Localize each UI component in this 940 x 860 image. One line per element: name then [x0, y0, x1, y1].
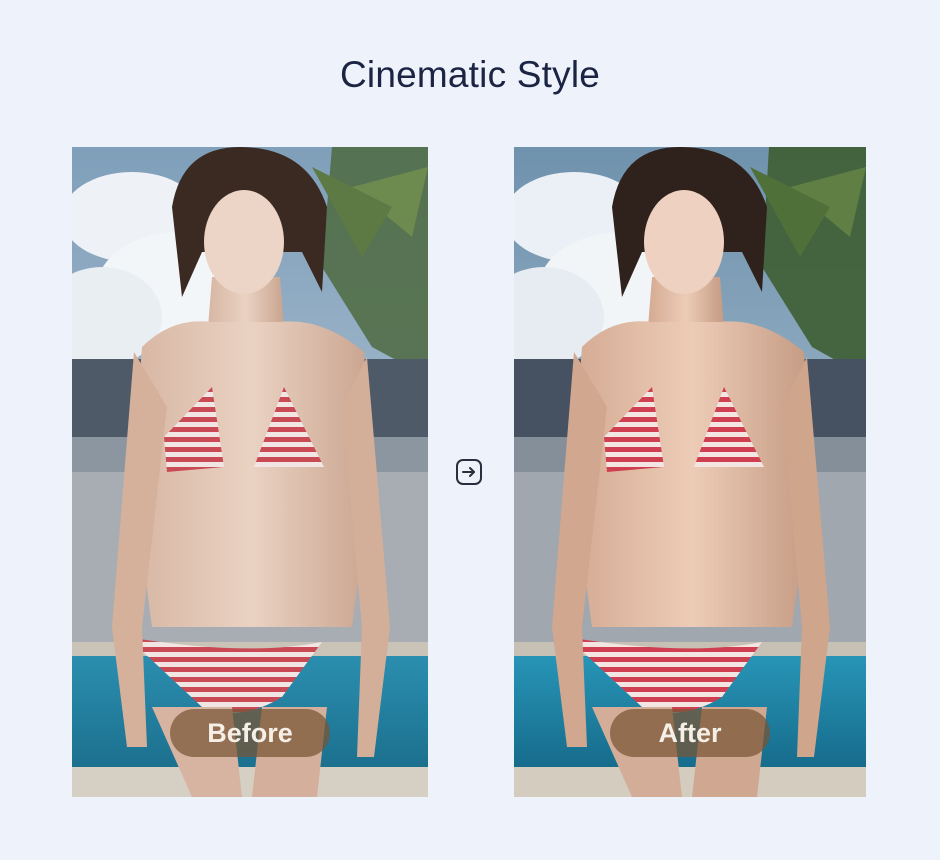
before-label: Before [170, 709, 330, 757]
after-photo [514, 147, 866, 797]
after-label: After [610, 709, 770, 757]
page-title: Cinematic Style [339, 54, 601, 95]
arrow-right-into-box-icon [455, 458, 483, 486]
before-image-panel: Before [72, 147, 428, 797]
after-image-panel: After [514, 147, 866, 797]
before-photo [72, 147, 428, 797]
